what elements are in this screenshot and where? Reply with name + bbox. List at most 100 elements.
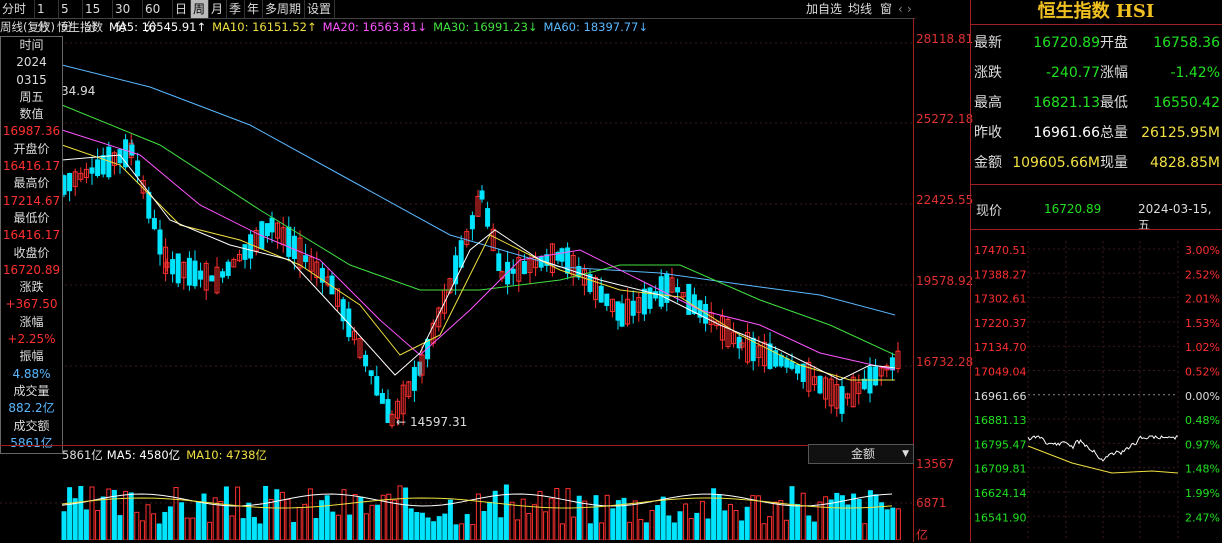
volume-bar (503, 484, 509, 540)
candle-body (615, 301, 621, 321)
volume-bar (156, 523, 162, 540)
tab-9[interactable]: 季 (227, 0, 245, 18)
candle-body (129, 144, 135, 156)
volume-bar (375, 504, 381, 540)
mini-left-tick: 16795.47 (974, 438, 1027, 451)
tab-10[interactable]: 年 (245, 0, 263, 18)
tab-4[interactable]: 30分 (113, 0, 143, 34)
quote-key: 金额 (974, 155, 1002, 171)
candle-body (135, 160, 141, 177)
mini-right-tick: 1.99% (1185, 487, 1220, 500)
kline-chart[interactable] (0, 35, 915, 445)
mini-right-tick: 0.97% (1185, 438, 1220, 451)
candle-body (374, 376, 380, 396)
candle-body (379, 392, 385, 404)
volume-bar (195, 501, 201, 540)
volume-bar (783, 519, 789, 540)
volume-bar (419, 512, 425, 540)
info-value: 2024 (16, 55, 47, 70)
tab-6[interactable]: 日 (173, 0, 191, 18)
ma-button[interactable]: 均线 (848, 0, 872, 18)
volume-bar (207, 521, 213, 540)
volume-bar (559, 523, 565, 540)
volume-bar (391, 499, 397, 540)
volume-bar (397, 485, 403, 540)
volume-bar (727, 504, 733, 540)
volume-bar (761, 523, 767, 540)
info-value: 882.2亿 (8, 401, 55, 416)
mini-left-tick: 17134.70 (974, 341, 1027, 354)
mini-right-tick: 1.48% (1185, 463, 1220, 476)
volume-bar (828, 499, 834, 540)
quote-key: 开盘 (1100, 35, 1128, 51)
info-label: 成交额 (13, 418, 50, 433)
vol-ma5: MA5: 4580亿 (106, 448, 181, 462)
volume-chart[interactable] (0, 465, 913, 540)
mini-left-tick: 17220.37 (974, 317, 1027, 330)
info-label: 数值 (19, 107, 44, 122)
volume-bar (772, 501, 778, 540)
volume-bar (599, 522, 605, 540)
volume-bar (890, 507, 896, 540)
tab-2[interactable]: 5分 (59, 0, 83, 34)
volume-bar (246, 502, 252, 540)
candle-body (385, 399, 391, 423)
volume-bar (447, 499, 453, 540)
candle-body (559, 248, 565, 262)
volume-divider (0, 445, 913, 446)
volume-bar (251, 517, 257, 540)
volume-bar (341, 489, 347, 540)
quote-key: 最新 (974, 35, 1002, 51)
tab-0[interactable]: 分时 (0, 0, 35, 18)
tab-7[interactable]: 周 (191, 0, 209, 18)
prev-button[interactable]: ‹ (898, 0, 903, 18)
volume-bar (531, 504, 537, 540)
candle-body (95, 159, 101, 176)
volume-bar (862, 523, 868, 540)
mini-left-tick: 17049.04 (974, 366, 1027, 379)
volume-bar (593, 495, 599, 540)
volume-bar (408, 508, 414, 540)
info-value: 16416.17 (2, 228, 61, 243)
volume-bar (643, 522, 649, 540)
quote-key: 现量 (1100, 155, 1128, 171)
tab-5[interactable]: 60分 (143, 0, 173, 34)
quote-key: 最高 (974, 95, 1002, 111)
tab-3[interactable]: 15分 (83, 0, 113, 34)
intraday-mini-chart[interactable]: 17470.51 3.00% 17388.27 2.52% 17302.61 2.01% 1… (972, 241, 1222, 541)
volume-bar (83, 509, 89, 540)
vol-ma10: MA10: 4738亿 (186, 448, 267, 462)
y-tick: 19578.92 (916, 274, 974, 288)
tab-8[interactable]: 月 (209, 0, 227, 18)
tab-11[interactable]: 多周期 (263, 0, 305, 18)
volume-bar (610, 508, 616, 540)
volume-bar (660, 496, 666, 540)
tab-12[interactable]: 设置 (305, 0, 335, 18)
volume-bar (403, 487, 409, 540)
candle-body (873, 366, 879, 386)
window-button[interactable]: 窗 (880, 0, 892, 18)
candle-body (784, 358, 790, 368)
candle-body (675, 287, 681, 293)
volume-bar (218, 500, 224, 540)
next-button[interactable]: › (907, 0, 912, 18)
info-value: 16987.36 (2, 124, 61, 139)
volume-bar (884, 509, 890, 540)
volume-bar (565, 488, 571, 540)
candle-body (151, 218, 157, 230)
volume-bar (324, 495, 330, 540)
ma60-value: MA60: 18397.77↓ (543, 20, 649, 34)
candle-body (647, 287, 653, 309)
volume-type-value: 金额 (851, 447, 876, 461)
tab-1[interactable]: 1分 (35, 0, 59, 34)
candle-body (630, 300, 636, 316)
quote-value: 16758.36 (1153, 35, 1220, 51)
panel-divider (970, 184, 1222, 185)
volume-bar (117, 515, 123, 540)
add-watchlist-button[interactable]: 加自选 (806, 0, 842, 18)
volume-type-select[interactable]: 金额 ▼ (808, 444, 914, 464)
candle-body (67, 173, 73, 192)
info-value: 17214.67 (2, 193, 61, 208)
candle-body (242, 244, 248, 260)
candle-body (458, 240, 464, 268)
